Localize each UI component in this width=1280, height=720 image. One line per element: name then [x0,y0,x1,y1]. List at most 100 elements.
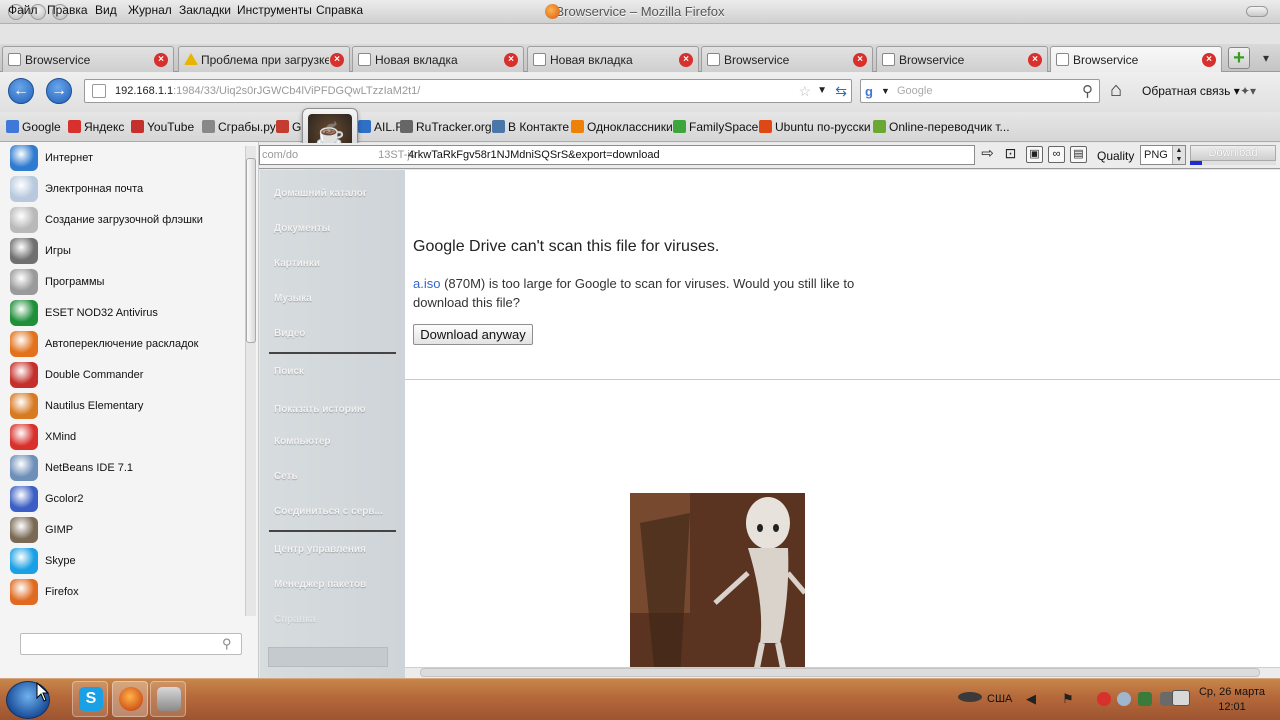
bookmark-item[interactable]: Одноклассники [571,120,673,134]
bookmark-item[interactable]: Google [6,120,61,134]
places-item[interactable]: Видео [274,328,305,339]
taskbar-virtualbox[interactable] [150,681,186,717]
places-item[interactable]: Сеть [274,471,298,482]
find-icon[interactable]: ∞ [1048,146,1065,163]
forward-button[interactable]: → [46,78,72,104]
places-item[interactable]: Компьютер [274,436,331,447]
menu-edit[interactable]: Правка [47,3,88,17]
app-menu-item[interactable]: Nautilus Elementary [10,391,242,422]
google-icon[interactable]: g [865,84,873,99]
new-tab-button[interactable]: + [1228,47,1250,69]
menu-help[interactable]: Справка [316,3,363,17]
search-icon[interactable]: ⚲ [1082,82,1093,100]
monitor-icon[interactable] [1172,690,1190,706]
app-menu-item[interactable]: Интернет [10,143,242,174]
url-history-chevron-icon[interactable]: ▼ [817,85,827,96]
download-anyway-button[interactable]: Download anyway [413,324,533,345]
horizontal-scroll-thumb[interactable] [420,668,1260,677]
app-menu-item[interactable]: Gcolor2 [10,484,242,515]
bookmark-item[interactable]: RuTracker.org [400,120,492,134]
clock[interactable]: Ср, 26 марта 12:01 [1196,685,1268,715]
converter-url-input[interactable]: com/do 13ST-j0 4rkwTaRkFgv58r1NJMdniSQSrS… [259,145,975,165]
app-menu-scroll-thumb[interactable] [246,158,256,343]
tab[interactable]: Новая вкладка × [527,46,699,72]
tab[interactable]: Browservice × [876,46,1048,72]
app-menu-item[interactable]: GIMP [10,515,242,546]
tab[interactable]: Проблема при загрузке ...× [178,46,350,72]
app-menu-item[interactable]: Игры [10,236,242,267]
close-tab-icon[interactable]: × [1028,53,1042,67]
app-menu-item[interactable]: Firefox [10,577,242,608]
back-button[interactable]: ← [8,78,34,104]
download-button[interactable]: Download [1190,145,1276,161]
bookmark-star-icon[interactable]: ☆ [798,83,811,100]
places-item[interactable]: Документы [274,223,330,234]
app-menu-item[interactable]: ESET NOD32 Antivirus [10,298,242,329]
tab[interactable]: Browservice × [1050,46,1222,73]
reload-icon[interactable]: ⇆ [835,83,847,100]
places-item[interactable]: Справка [274,614,316,625]
feedback-button[interactable]: Обратная связь ▾ [1142,84,1240,98]
quality-select[interactable]: PNG ▲ ▼ [1140,145,1186,165]
screenshot-icon[interactable]: ▣ [1026,146,1043,163]
close-tab-icon[interactable]: × [504,53,518,67]
removable-drive-icon[interactable] [958,692,982,702]
network-tray-icon[interactable] [1138,692,1152,706]
bookmark-item[interactable]: YouTube [131,120,194,134]
bookmark-item[interactable]: FamilySpace [673,120,758,134]
nod32-tray-icon[interactable] [1097,692,1111,706]
menu-file[interactable]: Файл [8,3,38,17]
close-tab-icon[interactable]: × [853,53,867,67]
tab[interactable]: Browservice × [701,46,873,72]
app-menu-item[interactable]: Программы [10,267,242,298]
file-link[interactable]: a.iso [413,276,440,291]
tab[interactable]: Новая вкладка × [352,46,524,72]
volume-icon[interactable]: ◀ [1026,692,1040,706]
search-bar[interactable]: g ▼ Google ⚲ [860,79,1100,103]
flag-icon[interactable]: ⚑ [1062,692,1076,706]
menu-bookmarks[interactable]: Закладки [179,3,231,17]
places-item[interactable]: Менеджер пакетов [274,579,366,590]
bookmark-item[interactable]: В Контакте [492,120,569,134]
places-item[interactable]: Показать историю [274,404,366,415]
close-tab-icon[interactable]: × [330,53,344,67]
bookmark-item[interactable]: Gr [276,120,305,134]
bookmark-icon[interactable]: ⊡ [1002,146,1019,163]
tab[interactable]: Browservice × [2,46,174,72]
places-item[interactable]: Музыка [274,293,312,304]
app-search-input[interactable] [20,633,242,655]
menu-view[interactable]: Вид [95,3,117,17]
close-tab-icon[interactable]: × [1202,53,1216,67]
places-shutdown-controls[interactable] [268,647,388,667]
addon-icon[interactable]: ✦▾ [1240,84,1256,98]
bookmark-item[interactable]: Сграбы.ру [202,120,276,134]
app-menu-item[interactable]: NetBeans IDE 7.1 [10,453,242,484]
app-menu-item[interactable]: Skype [10,546,242,577]
close-tab-icon[interactable]: × [154,53,168,67]
places-item[interactable]: Центр управления [274,544,366,555]
app-menu-item[interactable]: Электронная почта [10,174,242,205]
places-item[interactable]: Домашний каталог [274,188,367,199]
bookmark-item[interactable]: Яндекс [68,120,124,134]
taskbar-skype[interactable]: S [72,681,108,717]
menu-history[interactable]: Журнал [128,3,172,17]
bookmark-item[interactable]: Online-переводчик т... [873,120,1010,134]
xmind-tray-icon[interactable] [1117,692,1131,706]
app-menu-item[interactable]: XMind [10,422,242,453]
menu-tools[interactable]: Инструменты [237,3,312,17]
places-item[interactable]: Соединиться с серв... [274,506,383,517]
app-menu-item[interactable]: Double Commander [10,360,242,391]
keyboard-layout-indicator[interactable]: США [987,693,1012,705]
toolbar-toggle-button[interactable] [1246,6,1268,17]
search-engine-chevron-icon[interactable]: ▼ [881,86,890,96]
app-menu-item[interactable]: Автопереключение раскладок [10,329,242,360]
go-arrow-icon[interactable]: ⇨ [979,146,996,163]
quality-stepper-icon[interactable]: ▲ ▼ [1172,146,1185,164]
places-item[interactable]: Картинки [274,258,320,269]
app-menu-item[interactable]: Создание загрузочной флэшки [10,205,242,236]
places-item[interactable]: Поиск [274,366,304,377]
url-text[interactable]: 192.168.1.1:1984/33/Uiq2s0rJGWCb4lViPFDG… [115,85,420,97]
tab-list-chevron-icon[interactable]: ▾ [1258,51,1274,65]
search-icon[interactable]: ⚲ [222,636,232,652]
url-bar[interactable]: 192.168.1.1:1984/33/Uiq2s0rJGWCb4lViPFDG… [84,79,852,103]
